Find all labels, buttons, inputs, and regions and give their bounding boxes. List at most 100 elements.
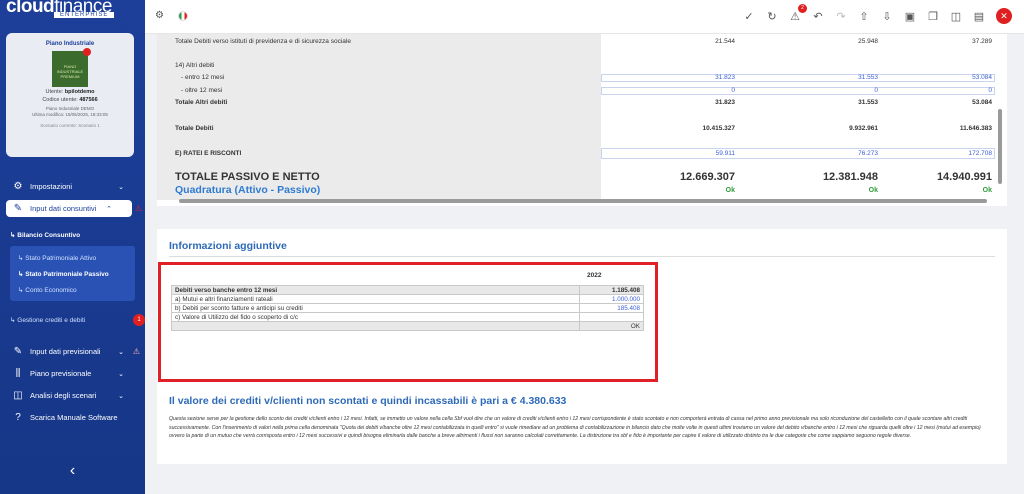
info-panel: Informazioni aggiuntive 2022 Debiti vers… — [157, 229, 1007, 464]
chevron-down-icon: ⌄ — [118, 183, 124, 191]
input-cell[interactable]: 76.273 — [788, 150, 878, 157]
crediti-summary: Il valore dei crediti v/clienti non scon… — [169, 395, 567, 407]
chevron-down-icon: ⌄ — [118, 392, 124, 400]
input-cell[interactable]: 59.911 — [645, 150, 735, 157]
input-cell[interactable]: 172.708 — [902, 150, 993, 157]
table-cell-label: b) Debiti per sconto fatture e anticipi … — [171, 303, 580, 313]
menu-analisi-scenari[interactable]: ◫ Analisi degli scenari ⌄ — [6, 387, 144, 404]
chevron-left-icon: ‹ — [69, 462, 76, 479]
gear-icon: ⚙ — [13, 181, 23, 192]
description-text: Questa sezione serve per la gestione del… — [169, 416, 981, 439]
balance-table-panel: Totale Debiti verso istituti di previden… — [157, 34, 1007, 206]
warning-icon: ⚠ — [132, 347, 140, 356]
bank-debts-table: Debiti verso banche entro 12 mesi 1.185.… — [171, 285, 644, 331]
row-label: Totale Altri debiti — [175, 99, 228, 106]
check-ok: Ok — [868, 187, 878, 194]
table-row: b) Debiti per sconto fatture e anticipi … — [171, 303, 644, 313]
download-icon[interactable]: ⇩ — [881, 10, 893, 23]
user-line: Utente: bpilotdemo — [45, 89, 95, 95]
close-button[interactable]: ✕ — [996, 8, 1012, 24]
sidebar: cloudfinance ENTERPRISE Piano Industrial… — [0, 0, 145, 494]
chevron-up-icon: ⌃ — [106, 205, 112, 213]
row-label: 14) Altri debiti — [175, 62, 215, 69]
split-view-icon[interactable]: ◫ — [950, 10, 962, 23]
menu-input-consuntivi[interactable]: ✎ Input dati consuntivi ⌃ ⚠ — [6, 200, 142, 217]
cell-value: 31.553 — [858, 99, 878, 106]
collapse-sidebar-button[interactable]: ‹ — [0, 456, 145, 486]
premium-badge-icon: PIANO INDUSTRIALE PREMIUM — [52, 48, 91, 87]
check-icon[interactable]: ✓ — [743, 10, 755, 23]
warning-icon: ⚠ — [134, 204, 142, 213]
table-cell-label — [171, 321, 580, 331]
info-title: Informazioni aggiuntive — [169, 240, 287, 252]
check-ok: Ok — [982, 187, 992, 194]
table-input-cell[interactable]: 1.000.000 — [579, 294, 644, 304]
horizontal-scrollbar[interactable] — [179, 199, 987, 203]
total-value: 12.381.948 — [822, 171, 878, 183]
row-label: Totale Debiti — [175, 125, 214, 132]
quadratura-label: Quadratura (Attivo - Passivo) — [175, 184, 321, 196]
table-cell-label: c) Valore di Utilizzo del fido o scopert… — [171, 312, 580, 322]
current-scenario: Scenario corrente: Scenario 1 — [40, 123, 100, 128]
settings-icon[interactable]: ⚙ — [155, 10, 164, 21]
row-label: E) RATEI E RISCONTI — [175, 150, 242, 157]
menu-scarica-manuale[interactable]: ? Scarica Manuale Software — [6, 409, 144, 426]
columns-icon: ◫ — [13, 390, 23, 401]
table-input-cell[interactable] — [579, 312, 644, 322]
upload-icon[interactable]: ⇧ — [858, 10, 870, 23]
input-cell[interactable]: 0 — [902, 87, 992, 94]
undo-icon[interactable]: ↶ — [812, 10, 824, 23]
chevron-down-icon: ⌄ — [118, 348, 124, 356]
cell-value: 37.289 — [972, 38, 992, 45]
row-label: - entro 12 mesi — [181, 74, 225, 81]
edit-icon: ✎ — [13, 346, 23, 357]
input-cell[interactable]: 0 — [788, 87, 878, 94]
row-label: Totale Debiti verso istituti di previden… — [175, 38, 351, 45]
row-label: - oltre 12 mesi — [181, 87, 223, 94]
menu-piano-previsionale[interactable]: ⫼ Piano previsionale ⌄ — [6, 365, 144, 382]
table-row: Debiti verso banche entro 12 mesi 1.185.… — [171, 285, 644, 295]
help-icon: ? — [15, 412, 21, 423]
cell-value: 11.646.383 — [959, 125, 992, 132]
input-cell[interactable]: 31.823 — [645, 74, 735, 81]
chart-icon: ⫼ — [15, 368, 21, 379]
menu-gestione-crediti[interactable]: ↳ Gestione crediti e debiti — [10, 316, 85, 324]
total-value: 14.940.991 — [936, 171, 992, 183]
save-icon[interactable]: ▣ — [904, 10, 916, 23]
input-cell[interactable]: 31.553 — [788, 74, 878, 81]
alert-icon[interactable]: ⚠ 2 — [789, 3, 807, 23]
table-cell-label: a) Mutui e altri finanziamenti rateali — [171, 294, 580, 304]
menu-conto-economico[interactable]: ↳ Conto Economico — [18, 286, 77, 294]
brand-tag: ENTERPRISE — [54, 12, 115, 18]
vertical-scrollbar[interactable] — [998, 109, 1002, 184]
menu-impostazioni[interactable]: ⚙ Impostazioni ⌄ — [6, 178, 144, 195]
menu-sp-passivo[interactable]: ↳ Stato Patrimoniale Passivo — [18, 270, 109, 278]
table-cell-status: OK — [579, 321, 644, 331]
input-cell[interactable]: 53.084 — [902, 74, 992, 81]
menu-bilancio-consuntivo[interactable]: ↳ Bilancio Consuntivo — [10, 231, 80, 239]
menu-input-previsionali[interactable]: ✎ Input dati previsionali ⌄ ⚠ — [6, 343, 144, 360]
alert-count-badge: 2 — [798, 3, 807, 13]
check-ok: Ok — [725, 187, 735, 194]
cell-value: 10.415.327 — [702, 125, 735, 132]
total-label: TOTALE PASSIVO E NETTO — [175, 171, 320, 183]
table-input-cell[interactable]: 185.408 — [579, 303, 644, 313]
code-line: Codice utente: 487566 — [42, 97, 98, 103]
copy-icon[interactable]: ❐ — [927, 10, 939, 23]
report-icon[interactable]: ▤ — [973, 10, 985, 23]
divider — [169, 256, 995, 257]
error-count-badge: 1 — [133, 314, 145, 326]
table-row: OK — [171, 321, 644, 331]
plan-title: Piano Industriale — [45, 41, 95, 47]
redo-icon[interactable]: ↷ — [835, 10, 847, 23]
menu-sp-attivo[interactable]: ↳ Stato Patrimoniale Attivo — [18, 254, 96, 262]
user-card: Piano Industriale PIANO INDUSTRIALE PREM… — [6, 33, 134, 157]
italian-flag-icon[interactable] — [177, 10, 188, 21]
top-toolbar: ⚙ ✓ ↻ ⚠ 2 ↶ ↷ ⇧ ⇩ ▣ ❐ ◫ ▤ ✕ — [145, 0, 1024, 34]
main-content: Totale Debiti verso istituti di previden… — [145, 34, 1024, 494]
refresh-icon[interactable]: ↻ — [766, 10, 778, 23]
cell-value: 53.084 — [972, 99, 992, 106]
cell-value: 21.544 — [715, 38, 735, 45]
year-header: 2022 — [587, 272, 602, 279]
input-cell[interactable]: 0 — [645, 87, 735, 94]
